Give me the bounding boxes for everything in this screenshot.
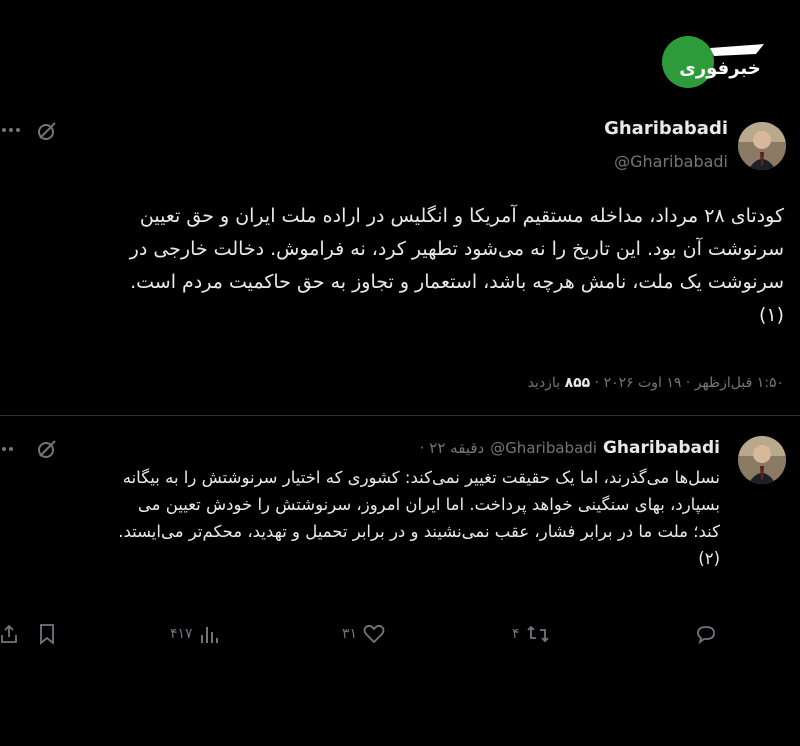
more-options-icon[interactable] xyxy=(0,125,22,135)
author-name[interactable]: Gharibabadi xyxy=(603,438,720,458)
more-options-icon[interactable] xyxy=(0,444,14,454)
author-handle[interactable]: @Gharibabadi xyxy=(490,439,597,457)
tweet-text-line: سرنوشت آن بود. این تاریخ را نه می‌شود تط… xyxy=(129,238,784,260)
reply-button[interactable] xyxy=(695,623,717,645)
views-count: ۴۱۷ xyxy=(170,626,193,642)
tweet-timestamp[interactable]: ۱:۵۰ قبل‌ازظهر · ۱۹ اوت ۲۰۲۶ · xyxy=(590,375,784,391)
tweet-text: نسل‌ها می‌گذرند، اما یک حقیقت تغییر نمی‌… xyxy=(10,464,720,572)
tweet-text-line: بسپارد، بهای سنگینی خواهد پرداخت. اما ای… xyxy=(137,495,720,514)
like-button[interactable]: ۳۱ xyxy=(342,623,385,645)
khabarfori-logo: خبرفوری xyxy=(660,34,772,90)
share-button[interactable] xyxy=(0,623,18,645)
tweet-text-line: نسل‌ها می‌گذرند، اما یک حقیقت تغییر نمی‌… xyxy=(122,468,720,487)
retweet-count: ۴ xyxy=(512,626,520,642)
heart-icon xyxy=(363,624,385,644)
bar-chart-icon xyxy=(200,627,218,643)
author-avatar[interactable] xyxy=(738,436,786,484)
views-button[interactable]: ۴۱۷ xyxy=(170,623,219,645)
tweet-text: کودتای ۲۸ مرداد، مداخله مستقیم آمریکا و … xyxy=(14,200,784,332)
author-name[interactable]: Gharibabadi xyxy=(604,118,728,139)
tweet-text-line: کند؛ ملت ما در برابر فشار، عقب نمی‌نشیند… xyxy=(118,522,720,541)
like-count: ۳۱ xyxy=(342,626,358,642)
bookmark-icon xyxy=(40,624,54,645)
tweet-text-line: کودتای ۲۸ مرداد، مداخله مستقیم آمریکا و … xyxy=(139,205,784,227)
share-icon xyxy=(1,624,17,643)
author-avatar[interactable] xyxy=(738,122,786,170)
retweet-button[interactable]: ۴ xyxy=(512,623,550,645)
tweet-meta: ۱:۵۰ قبل‌ازظهر · ۱۹ اوت ۲۰۲۶ · ۸۵۵ بازدی… xyxy=(528,375,784,391)
retweet-icon xyxy=(526,625,549,643)
time-ago[interactable]: · ۲۲ دقیقه xyxy=(420,439,484,457)
logo-text: خبرفوری xyxy=(679,58,760,79)
reply-icon xyxy=(697,626,715,645)
tweet2-header: · ۲۲ دقیقه @Gharibabadi Gharibabadi xyxy=(420,438,720,458)
divider xyxy=(0,415,800,416)
views-count: ۸۵۵ xyxy=(564,375,591,391)
views-label: بازدید xyxy=(527,375,565,391)
tweet-text-line: (۱) xyxy=(758,304,784,326)
bookmark-button[interactable] xyxy=(38,623,56,645)
author-handle[interactable]: @Gharibabadi xyxy=(614,152,728,171)
tweet-text-line: (۲) xyxy=(698,549,720,568)
grok-icon[interactable] xyxy=(36,120,58,142)
grok-icon[interactable] xyxy=(36,438,58,460)
tweet-text-line: سرنوشت یک ملت، نامش هرچه باشد، استعمار و… xyxy=(130,271,784,293)
